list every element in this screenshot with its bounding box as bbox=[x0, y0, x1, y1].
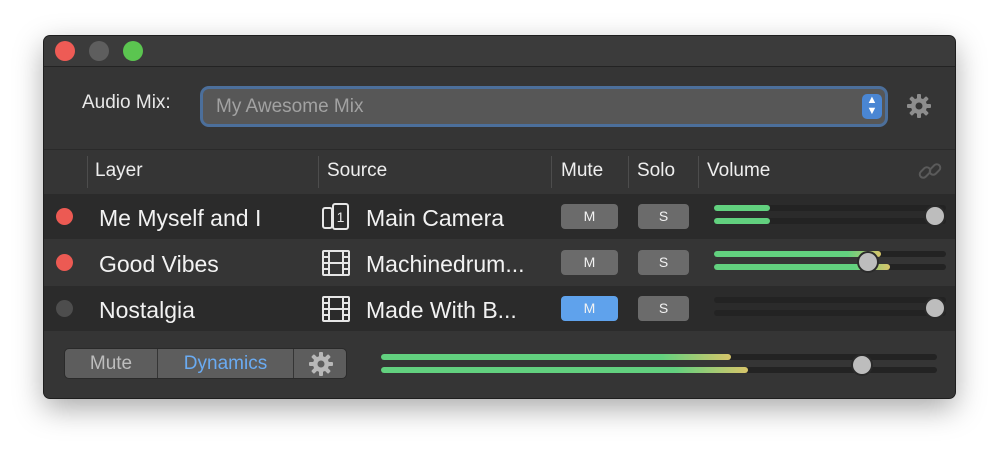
status-dot bbox=[56, 300, 73, 317]
mode-segmented-control[interactable]: Mute Dynamics bbox=[64, 348, 347, 379]
meter-level bbox=[714, 251, 881, 257]
phone-camera-icon: 1 bbox=[322, 203, 349, 230]
solo-button[interactable]: S bbox=[638, 296, 689, 321]
mute-button[interactable]: M bbox=[561, 204, 618, 229]
column-header-volume[interactable]: Volume bbox=[707, 160, 770, 182]
column-header-layer[interactable]: Layer bbox=[95, 160, 143, 182]
chevron-up-down-icon[interactable]: ▲ ▼ bbox=[862, 94, 882, 119]
film-icon bbox=[322, 250, 350, 276]
slider-knob[interactable] bbox=[857, 251, 879, 273]
mute-button[interactable]: M bbox=[561, 296, 618, 321]
status-dot bbox=[56, 208, 73, 225]
layer-name: Me Myself and I bbox=[99, 205, 262, 231]
table-row[interactable]: Nostalgia Made With B... M S bbox=[44, 286, 955, 331]
slider-knob[interactable] bbox=[924, 297, 946, 319]
column-separator[interactable] bbox=[318, 156, 319, 188]
master-volume-slider[interactable] bbox=[381, 332, 941, 398]
audio-mix-selected-value: My Awesome Mix bbox=[216, 96, 364, 117]
svg-text:1: 1 bbox=[337, 209, 345, 225]
film-icon bbox=[322, 296, 350, 322]
meter-level bbox=[714, 205, 770, 211]
solo-button[interactable]: S bbox=[638, 204, 689, 229]
minimize-window-button[interactable] bbox=[89, 41, 109, 61]
solo-button[interactable]: S bbox=[638, 250, 689, 275]
source-name: Made With B... bbox=[366, 297, 517, 323]
volume-slider[interactable] bbox=[714, 240, 946, 285]
meter-level bbox=[381, 367, 748, 373]
audio-mix-select[interactable]: My Awesome Mix ▲ ▼ bbox=[203, 89, 885, 124]
zoom-window-button[interactable] bbox=[123, 41, 143, 61]
column-separator[interactable] bbox=[87, 156, 88, 188]
footer-bar: Mute Dynamics bbox=[44, 332, 955, 398]
meter-level bbox=[381, 354, 731, 360]
column-header-mute[interactable]: Mute bbox=[561, 160, 603, 182]
layer-name: Good Vibes bbox=[99, 251, 219, 277]
slider-knob[interactable] bbox=[924, 205, 946, 227]
column-header-solo[interactable]: Solo bbox=[637, 160, 675, 182]
audio-mix-label: Audio Mix: bbox=[82, 92, 171, 113]
source-name: Machinedrum... bbox=[366, 251, 525, 277]
volume-slider[interactable] bbox=[714, 286, 946, 331]
footer-settings-button[interactable] bbox=[294, 349, 346, 378]
gear-icon bbox=[309, 352, 333, 376]
volume-slider[interactable] bbox=[714, 194, 946, 239]
meter-level bbox=[714, 218, 770, 224]
close-window-button[interactable] bbox=[55, 41, 75, 61]
slider-knob[interactable] bbox=[851, 354, 873, 376]
gear-icon[interactable] bbox=[906, 93, 932, 119]
segment-dynamics[interactable]: Dynamics bbox=[158, 349, 294, 378]
mute-button[interactable]: M bbox=[561, 250, 618, 275]
table-row[interactable]: Me Myself and I 1 Main Camera M S bbox=[44, 194, 955, 239]
source-name: Main Camera bbox=[366, 205, 505, 231]
title-bar bbox=[44, 36, 955, 67]
link-icon[interactable] bbox=[916, 157, 944, 185]
segment-mute[interactable]: Mute bbox=[65, 349, 158, 378]
column-separator[interactable] bbox=[551, 156, 552, 188]
audio-mix-window: Audio Mix: My Awesome Mix ▲ ▼ Layer Sourc… bbox=[44, 36, 955, 398]
meter-track bbox=[714, 297, 946, 303]
table-row[interactable]: Good Vibes Machinedrum... M S bbox=[44, 240, 955, 285]
column-header-source[interactable]: Source bbox=[327, 160, 387, 182]
column-separator[interactable] bbox=[698, 156, 699, 188]
column-separator[interactable] bbox=[628, 156, 629, 188]
meter-track bbox=[714, 310, 946, 316]
layer-name: Nostalgia bbox=[99, 297, 195, 323]
status-dot bbox=[56, 254, 73, 271]
table-header: Layer Source Mute Solo Volume bbox=[44, 149, 955, 195]
